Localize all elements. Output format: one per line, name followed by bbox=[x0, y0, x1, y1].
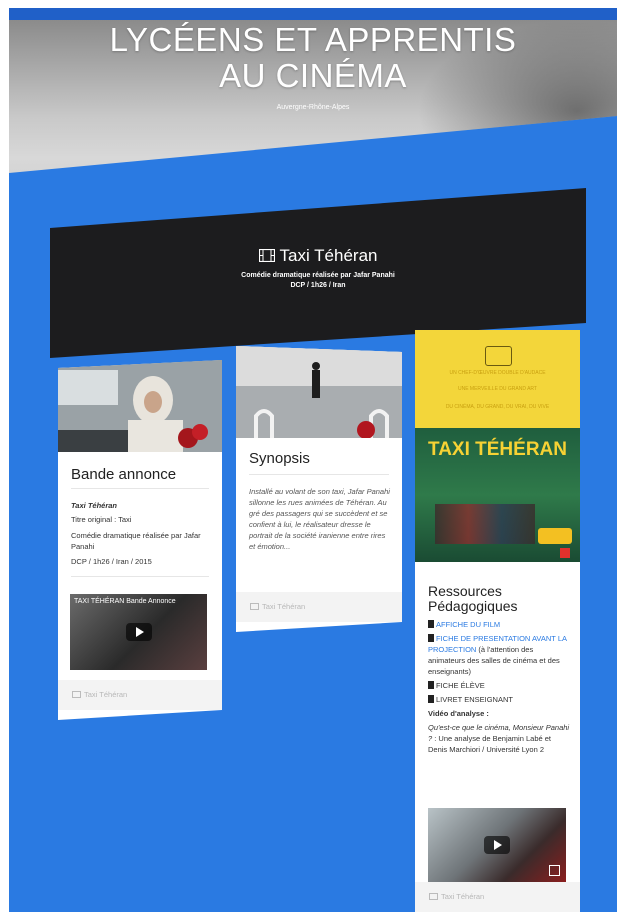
festival-laurel-icon bbox=[485, 346, 512, 366]
resources-title: Ressources Pédagogiques bbox=[428, 583, 518, 614]
video-label: TAXI TÉHÉRAN Bande Annonce bbox=[74, 598, 176, 605]
synopsis-photo-scene bbox=[236, 346, 402, 438]
film-title-row: Taxi Téhéran bbox=[50, 246, 586, 266]
film-poster[interactable]: UN CHEF-D'ŒUVRE DOUBLE D'AUDACE UNE MERV… bbox=[415, 330, 580, 562]
poster-quote-1: UN CHEF-D'ŒUVRE DOUBLE D'AUDACE bbox=[449, 370, 546, 376]
play-button-icon[interactable] bbox=[125, 623, 152, 641]
card-footer[interactable]: Taxi Téhéran bbox=[58, 680, 222, 710]
synopsis-card-photo[interactable] bbox=[236, 346, 402, 438]
trailer-card[interactable]: Bande annonce Taxi Téhéran Titre origina… bbox=[58, 360, 222, 720]
synopsis-card[interactable]: Synopsis Installé au volant de son taxi,… bbox=[236, 346, 402, 632]
page-frame: LYCÉENS ET APPRENTIS AU CINÉMA Auvergne-… bbox=[9, 8, 617, 912]
trailer-card-title: Bande annonce bbox=[71, 466, 177, 483]
divider bbox=[71, 488, 209, 489]
synopsis-text: Installé au volant de son taxi, Jafar Pa… bbox=[249, 487, 390, 551]
trailer-video-player[interactable]: TAXI TÉHÉRAN Bande Annonce bbox=[70, 594, 207, 670]
trailer-genre: Comédie dramatique réalisée par Jafar Pa… bbox=[71, 531, 201, 551]
footer-label: Taxi Téhéran bbox=[262, 602, 306, 611]
fullscreen-icon[interactable] bbox=[549, 865, 560, 876]
poster-quote-2: UNE MERVEILLE DU GRAND ART bbox=[457, 386, 537, 392]
trailer-meta: DCP / 1h26 / Iran / 2015 bbox=[71, 557, 152, 566]
film-icon bbox=[258, 249, 275, 262]
video-analysis-credits: : Une analyse de Benjamin Labé et Denis … bbox=[428, 734, 551, 754]
film-meta: DCP / 1h26 / Iran bbox=[290, 282, 346, 289]
poster-title: TAXI TÉHÉRAN bbox=[428, 439, 567, 460]
footer-label: Taxi Téhéran bbox=[84, 690, 128, 699]
resources-card[interactable]: UN CHEF-D'ŒUVRE DOUBLE D'AUDACE UNE MERV… bbox=[415, 330, 580, 912]
card-footer[interactable]: Taxi Téhéran bbox=[415, 882, 580, 912]
resource-item-presentation[interactable]: FICHE DE PRESENTATION AVANT LA PROJECTIO… bbox=[428, 633, 572, 677]
video-analysis-heading: Vidéo d'analyse : bbox=[428, 709, 489, 718]
film-genre: Comédie dramatique réalisée par Jafar Pa… bbox=[241, 272, 395, 279]
document-icon bbox=[428, 695, 434, 703]
film-title: Taxi Téhéran bbox=[279, 246, 378, 265]
synopsis-card-title: Synopsis bbox=[249, 450, 310, 467]
divider bbox=[249, 474, 389, 475]
resource-link[interactable]: FICHE ÉLÈVE bbox=[436, 681, 485, 690]
divider bbox=[71, 576, 209, 577]
film-icon bbox=[250, 603, 259, 610]
resource-link[interactable]: LIVRET ENSEIGNANT bbox=[436, 695, 513, 704]
film-icon bbox=[429, 893, 438, 900]
document-icon bbox=[428, 620, 434, 628]
site-title-line1[interactable]: LYCÉENS ET APPRENTIS bbox=[9, 22, 617, 58]
poster-taxi bbox=[538, 528, 572, 544]
resource-item-poster[interactable]: AFFICHE DU FILM bbox=[428, 619, 572, 630]
play-button-icon[interactable] bbox=[484, 836, 510, 854]
resource-link[interactable]: AFFICHE DU FILM bbox=[436, 620, 500, 629]
region-subtitle: Auvergne-Rhône-Alpes bbox=[276, 104, 350, 111]
film-icon bbox=[72, 691, 81, 698]
poster-quote-3: DU CINÉMA, DU GRAND, DU VRAI, DU VIVE bbox=[445, 404, 550, 410]
trailer-film-name: Taxi Téhéran bbox=[71, 501, 117, 510]
video-analysis-desc: Qu'est-ce que le cinéma, Monsieur Panahi… bbox=[428, 722, 572, 755]
trailer-card-photo[interactable] bbox=[58, 360, 222, 452]
original-title: Titre original : Taxi bbox=[71, 515, 132, 524]
poster-people bbox=[435, 504, 535, 544]
trailer-photo-scene bbox=[58, 360, 222, 452]
distributor-logo-icon bbox=[560, 548, 570, 558]
document-icon bbox=[428, 681, 434, 689]
resource-item-teacher[interactable]: LIVRET ENSEIGNANT bbox=[428, 694, 572, 705]
card-footer[interactable]: Taxi Téhéran bbox=[236, 592, 402, 622]
hero-header: LYCÉENS ET APPRENTIS AU CINÉMA Auvergne-… bbox=[9, 8, 617, 173]
footer-label: Taxi Téhéran bbox=[441, 892, 485, 901]
document-icon bbox=[428, 634, 434, 642]
site-title-line2[interactable]: AU CINÉMA bbox=[9, 58, 617, 94]
resource-item-student[interactable]: FICHE ÉLÈVE bbox=[428, 680, 572, 691]
resources-list: AFFICHE DU FILM FICHE DE PRESENTATION AV… bbox=[428, 619, 572, 758]
analysis-video-player[interactable] bbox=[428, 808, 566, 882]
